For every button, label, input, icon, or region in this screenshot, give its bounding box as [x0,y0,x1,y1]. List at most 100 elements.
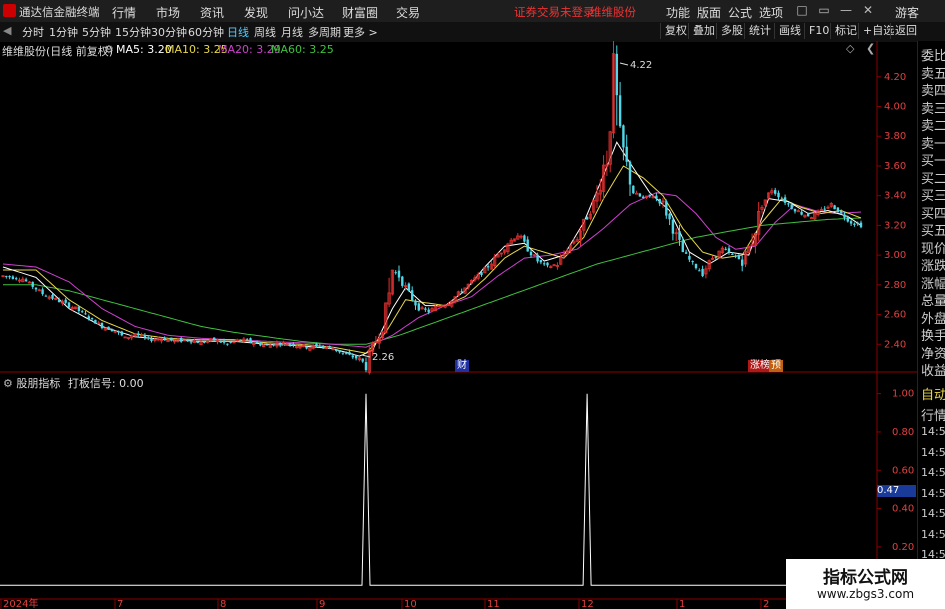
candle-body-down [64,299,67,303]
menu-trade[interactable]: 交易 [396,4,420,21]
candle-body-down [701,268,704,277]
f10-button[interactable]: F10 [804,23,833,39]
mark-button[interactable]: 标记 [830,23,861,39]
candle-body-down [147,337,150,339]
indicator-gear-icon[interactable]: ⚙ [3,377,13,390]
low-price-label: 2.26 [372,352,394,363]
date-tick-label: 1 [679,599,685,609]
menu-quotes[interactable]: 行情 [112,4,136,21]
candle-body-down [774,190,777,194]
tab-1min[interactable]: 1分钟 [49,24,78,40]
close-icon[interactable]: ✕ [860,3,876,18]
candle-body-down [691,261,694,263]
menu-news[interactable]: 资讯 [200,4,224,21]
tab-multi-period[interactable]: 多周期 [308,24,341,40]
tab-60min[interactable]: 60分钟 [188,24,224,40]
tab-monthly[interactable]: 月线 [281,24,303,40]
panel-mode-label[interactable]: 自动 [921,384,945,403]
candle-body-down [203,341,206,343]
menu-discover[interactable]: 发现 [244,4,268,21]
candle-body-down [259,343,262,346]
candle-body-down [345,353,348,355]
candle-body-down [163,338,166,341]
tab-30min[interactable]: 30分钟 [151,24,187,40]
date-tick-label: 10 [404,599,417,609]
candle-body-down [843,214,846,218]
tab-more[interactable]: 更多 > [343,24,378,40]
tab-weekly[interactable]: 周线 [254,24,276,40]
chart-canvas[interactable]: 4.20 4.00 3.80 3.60 3.40 3.20 3.00 2.80 2.60 2.40… [0,41,917,609]
back-button[interactable]: 返回 [890,23,921,39]
candle-body-down [618,95,622,127]
menu-formula[interactable]: 公式 [728,4,752,21]
date-tick-label: 9 [319,599,325,609]
candle-body-down [671,219,675,234]
candle-body-down [341,352,345,354]
candle-body-down [90,318,94,320]
candle-body-down [397,270,401,278]
adjust-button[interactable]: 复权 [660,23,691,39]
menu-function[interactable]: 功能 [666,4,690,21]
menu-market[interactable]: 市场 [156,4,180,21]
price-tick-label: 3.60 [884,161,906,172]
tab-intraday[interactable]: 分时 [22,24,44,40]
draw-line-button[interactable]: 画线 [774,23,805,39]
candle-body-down [615,53,618,96]
tab-daily[interactable]: 日线 [227,24,249,40]
candle-body-down [417,303,420,311]
candle-body-down [731,254,734,256]
candle-body-down [622,125,625,148]
tick-time-label: 14:56 [921,425,945,438]
candle-body-down [305,346,308,349]
overlay-button[interactable]: 叠加 [688,23,719,39]
candle-body-down [150,338,153,342]
panel-label: 买五 [921,224,945,239]
candle-body-up [796,210,800,213]
minimize-icon[interactable]: — [838,3,854,18]
candle-body-down [529,251,533,256]
toolbar-arrow-icon[interactable]: ◀ [3,24,11,37]
price-tick-label: 4.00 [884,102,906,113]
candle-body-down [790,204,793,209]
stock-name-header: 维维股份 [590,5,636,19]
menu-xiaoda[interactable]: 问小达 [288,4,324,21]
candle-body-down [5,275,8,277]
menu-layout[interactable]: 版面 [697,4,721,21]
candle-body-down [170,337,173,341]
login-notice[interactable]: 证券交易未登录 [514,4,595,20]
indicator-name[interactable]: 股朋指标 [16,377,60,390]
panel-label: 买四 [921,206,945,222]
candle-body-down [655,195,658,199]
message-icon[interactable]: □ [794,3,810,18]
candle-body-down [684,252,688,254]
candle-body-down [836,207,840,213]
candle-body-down [279,344,282,346]
finance-tag[interactable]: 财 [455,360,469,372]
date-tick-label: 11 [487,599,500,609]
candle-body-down [543,263,546,265]
candle-body-down [833,205,836,210]
candle-body-down [226,343,229,345]
candle-body-down [11,276,15,279]
forecast-tag[interactable]: 预 [769,360,783,372]
signal-value: 打板信号: 0.00 [67,377,144,390]
date-tick-label: 7 [117,599,123,609]
multi-stock-button[interactable]: 多股 [716,23,747,39]
candle-body-down [24,279,28,282]
candle-body-down [853,223,856,225]
title-bar: 通达信金融终端 行情 市场 资讯 发现 问小达 财富圈 交易 证券交易未登录 维… [0,0,945,23]
candle-body-down [840,210,843,213]
tab-15min[interactable]: 15分钟 [115,24,151,40]
guest-label[interactable]: 游客 [895,4,919,21]
panel-label: 卖三 [921,101,945,117]
stats-button[interactable]: 统计 [744,23,775,39]
panel-label: 涨跌 [921,259,945,274]
menu-wealth[interactable]: 财富圈 [342,4,378,21]
order-book-panel: 委比 卖五 卖四 卖三 卖二 卖一 买一 买二 买三 买四 买五 现价 涨跌 涨幅 总量 外盘 换手 净资 收益 自动… [917,41,945,609]
watermark: 指标公式网 www.zbgs3.com [786,559,945,609]
tab-5min[interactable]: 5分钟 [82,24,111,40]
date-tick-label: 12 [581,599,594,609]
menu-options[interactable]: 选项 [759,4,783,21]
candle-body-down [196,341,199,344]
restore-icon[interactable]: ▭ [816,3,832,18]
